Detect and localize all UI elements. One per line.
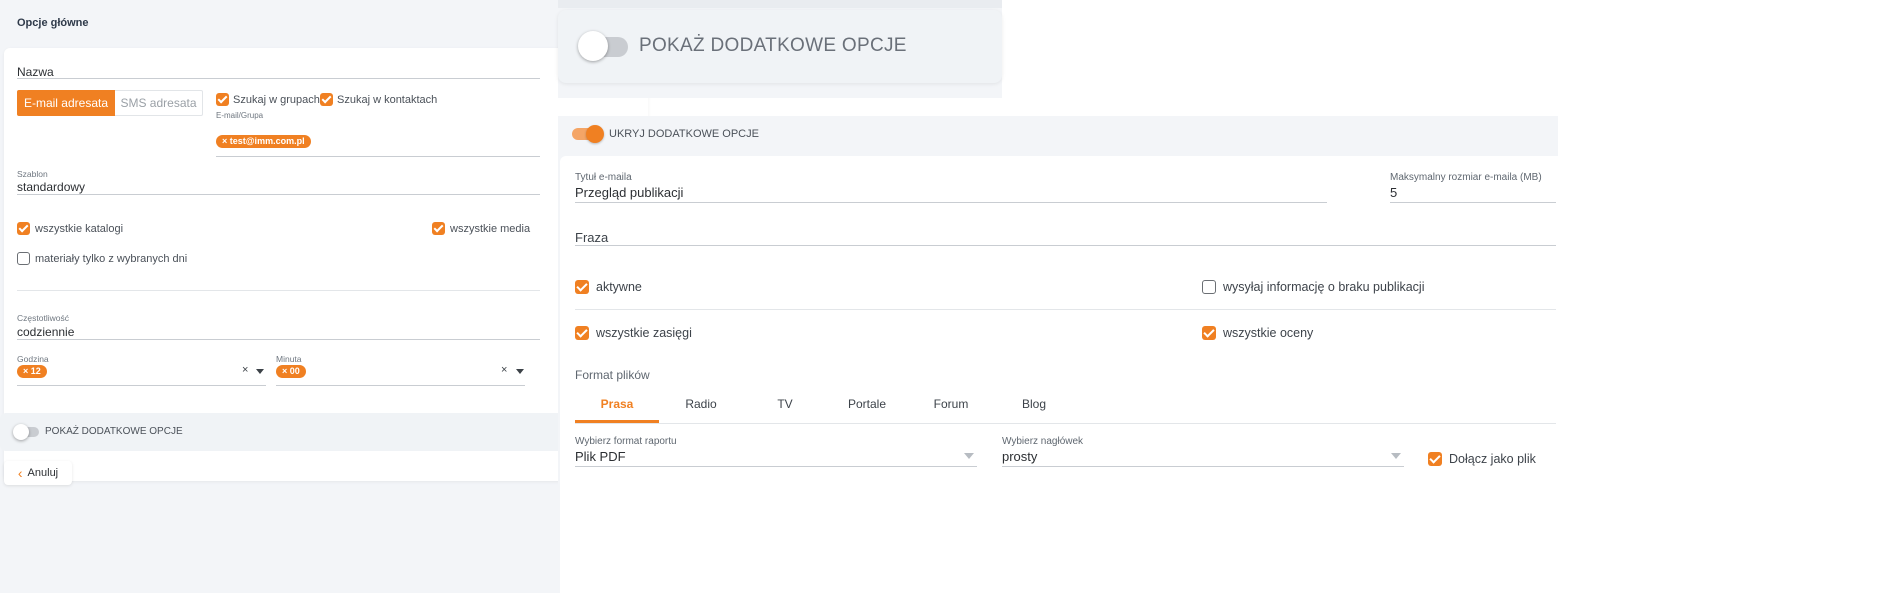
template-value[interactable]: standardowy xyxy=(17,180,85,194)
all-reach-checkbox[interactable]: wszystkie zasięgi xyxy=(575,326,692,340)
all-ratings-checkbox[interactable]: wszystkie oceny xyxy=(1202,326,1313,340)
email-group-label: E-mail/Grupa xyxy=(216,111,264,120)
header-select[interactable] xyxy=(1002,466,1404,467)
tab-tv[interactable]: TV xyxy=(743,397,827,411)
show-more-card: POKAŻ DODATKOWE OPCJE xyxy=(558,10,1002,83)
no-publication-checkbox[interactable]: wysyłaj informację o braku publikacji xyxy=(1202,280,1424,294)
checkbox-unchecked-icon xyxy=(17,252,30,265)
tab-forum[interactable]: Forum xyxy=(909,397,993,411)
tabs-divider xyxy=(575,423,1556,424)
report-format-select[interactable] xyxy=(575,466,977,467)
checkbox-checked-icon xyxy=(432,222,445,235)
additional-options-panel: UKRYJ DODATKOWE OPCJE Tytuł e-maila Prze… xyxy=(558,116,1558,593)
minute-chip[interactable]: × 00 xyxy=(276,365,306,378)
tab-radio[interactable]: Radio xyxy=(659,397,743,411)
top-strip xyxy=(558,0,1002,8)
file-format-label: Format plików xyxy=(575,368,650,382)
toggle-knob xyxy=(578,31,608,61)
frequency-field-underline xyxy=(17,339,540,340)
frequency-value[interactable]: codziennie xyxy=(17,325,74,339)
checkbox-checked-icon xyxy=(17,222,30,235)
header-select-label: Wybierz nagłówek xyxy=(1002,436,1084,447)
minute-clear-icon[interactable]: × xyxy=(501,364,507,376)
header-select-value[interactable]: prosty xyxy=(1002,449,1037,464)
email-title-value[interactable]: Przegląd publikacji xyxy=(575,185,683,200)
sms-recipient-button[interactable]: SMS adresata xyxy=(115,90,203,116)
checkbox-checked-icon xyxy=(575,326,589,340)
checkbox-checked-icon xyxy=(216,93,229,106)
email-recipient-button[interactable]: E-mail adresata xyxy=(17,90,115,116)
checkbox-checked-icon xyxy=(1202,326,1216,340)
tab-blog[interactable]: Blog xyxy=(992,397,1076,411)
chip-remove-icon[interactable]: × xyxy=(222,136,227,146)
all-media-checkbox[interactable]: wszystkie media xyxy=(432,222,530,235)
selected-days-checkbox[interactable]: materiały tylko z wybranych dni xyxy=(17,252,187,265)
phrase-input[interactable] xyxy=(575,245,1556,246)
chevron-left-icon: ‹ xyxy=(17,465,23,481)
frequency-label: Częstotliwość xyxy=(17,313,69,323)
checkbox-checked-icon xyxy=(320,93,333,106)
tab-prasa[interactable]: Prasa xyxy=(575,397,659,411)
hour-dropdown-icon[interactable] xyxy=(256,369,264,374)
toggle-knob xyxy=(586,125,604,143)
show-more-label: POKAŻ DODATKOWE OPCJE xyxy=(45,426,183,437)
name-label: Nazwa xyxy=(17,65,54,79)
email-title-underline xyxy=(575,202,1327,203)
hide-more-label: UKRYJ DODATKOWE OPCJE xyxy=(609,128,759,140)
hour-select[interactable] xyxy=(17,385,266,386)
attach-as-file-checkbox[interactable]: Dołącz jako plik xyxy=(1428,452,1536,466)
email-group-input[interactable] xyxy=(216,156,540,157)
main-options-panel: Opcje główne Nazwa E-mail adresata SMS a… xyxy=(0,0,648,593)
phrase-label: Fraza xyxy=(575,230,609,245)
report-format-value[interactable]: Plik PDF xyxy=(575,449,626,464)
divider xyxy=(575,309,1556,310)
email-title-label: Tytuł e-maila xyxy=(575,172,632,183)
checkbox-checked-icon xyxy=(1428,452,1442,466)
checkbox-checked-icon xyxy=(575,280,589,294)
cancel-button[interactable]: ‹ Anuluj xyxy=(4,461,72,485)
minute-dropdown-icon[interactable] xyxy=(516,369,524,374)
chevron-down-icon[interactable] xyxy=(964,453,974,459)
zoom-show-more-panel: POKAŻ DODATKOWE OPCJE xyxy=(558,0,1002,98)
email-chip[interactable]: × test@imm.com.pl xyxy=(216,135,311,148)
show-more-label-large: POKAŻ DODATKOWE OPCJE xyxy=(639,35,907,56)
additional-options-card: Tytuł e-maila Przegląd publikacji Maksym… xyxy=(560,156,1558,593)
chip-remove-icon[interactable]: × xyxy=(23,366,28,376)
search-groups-checkbox[interactable]: Szukaj w grupach xyxy=(216,93,320,106)
tab-portale[interactable]: Portale xyxy=(825,397,909,411)
max-size-label: Maksymalny rozmiar e-maila (MB) xyxy=(1390,172,1542,183)
minute-label: Minuta xyxy=(276,354,302,364)
max-size-value[interactable]: 5 xyxy=(1390,185,1397,200)
hour-chip[interactable]: × 12 xyxy=(17,365,47,378)
template-label: Szablon xyxy=(17,169,48,179)
template-field-underline xyxy=(17,194,540,195)
hour-label: Godzina xyxy=(17,354,49,364)
toggle-knob xyxy=(13,424,29,440)
chip-remove-icon[interactable]: × xyxy=(282,366,287,376)
chevron-down-icon[interactable] xyxy=(1391,453,1401,459)
name-input[interactable] xyxy=(17,78,540,79)
divider xyxy=(17,290,540,291)
checkbox-unchecked-icon xyxy=(1202,280,1216,294)
minute-select[interactable] xyxy=(276,385,525,386)
hour-clear-icon[interactable]: × xyxy=(242,364,248,376)
max-size-underline xyxy=(1390,202,1556,203)
search-contacts-checkbox[interactable]: Szukaj w kontaktach xyxy=(320,93,437,106)
all-catalogs-checkbox[interactable]: wszystkie katalogi xyxy=(17,222,123,235)
report-format-label: Wybierz format raportu xyxy=(575,436,677,447)
active-checkbox[interactable]: aktywne xyxy=(575,280,642,294)
panel-title: Opcje główne xyxy=(17,17,89,29)
